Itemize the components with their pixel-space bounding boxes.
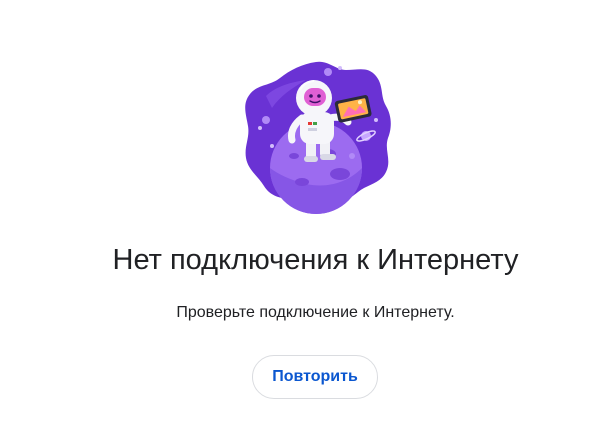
astronaut-on-planet-icon <box>245 61 391 214</box>
no-connection-page: Нет подключения к Интернету Проверьте по… <box>0 0 601 426</box>
error-message: Проверьте подключение к Интернету. <box>176 304 455 321</box>
retry-button[interactable]: Повторить <box>252 355 378 399</box>
page-title: Нет подключения к Интернету <box>112 244 519 276</box>
